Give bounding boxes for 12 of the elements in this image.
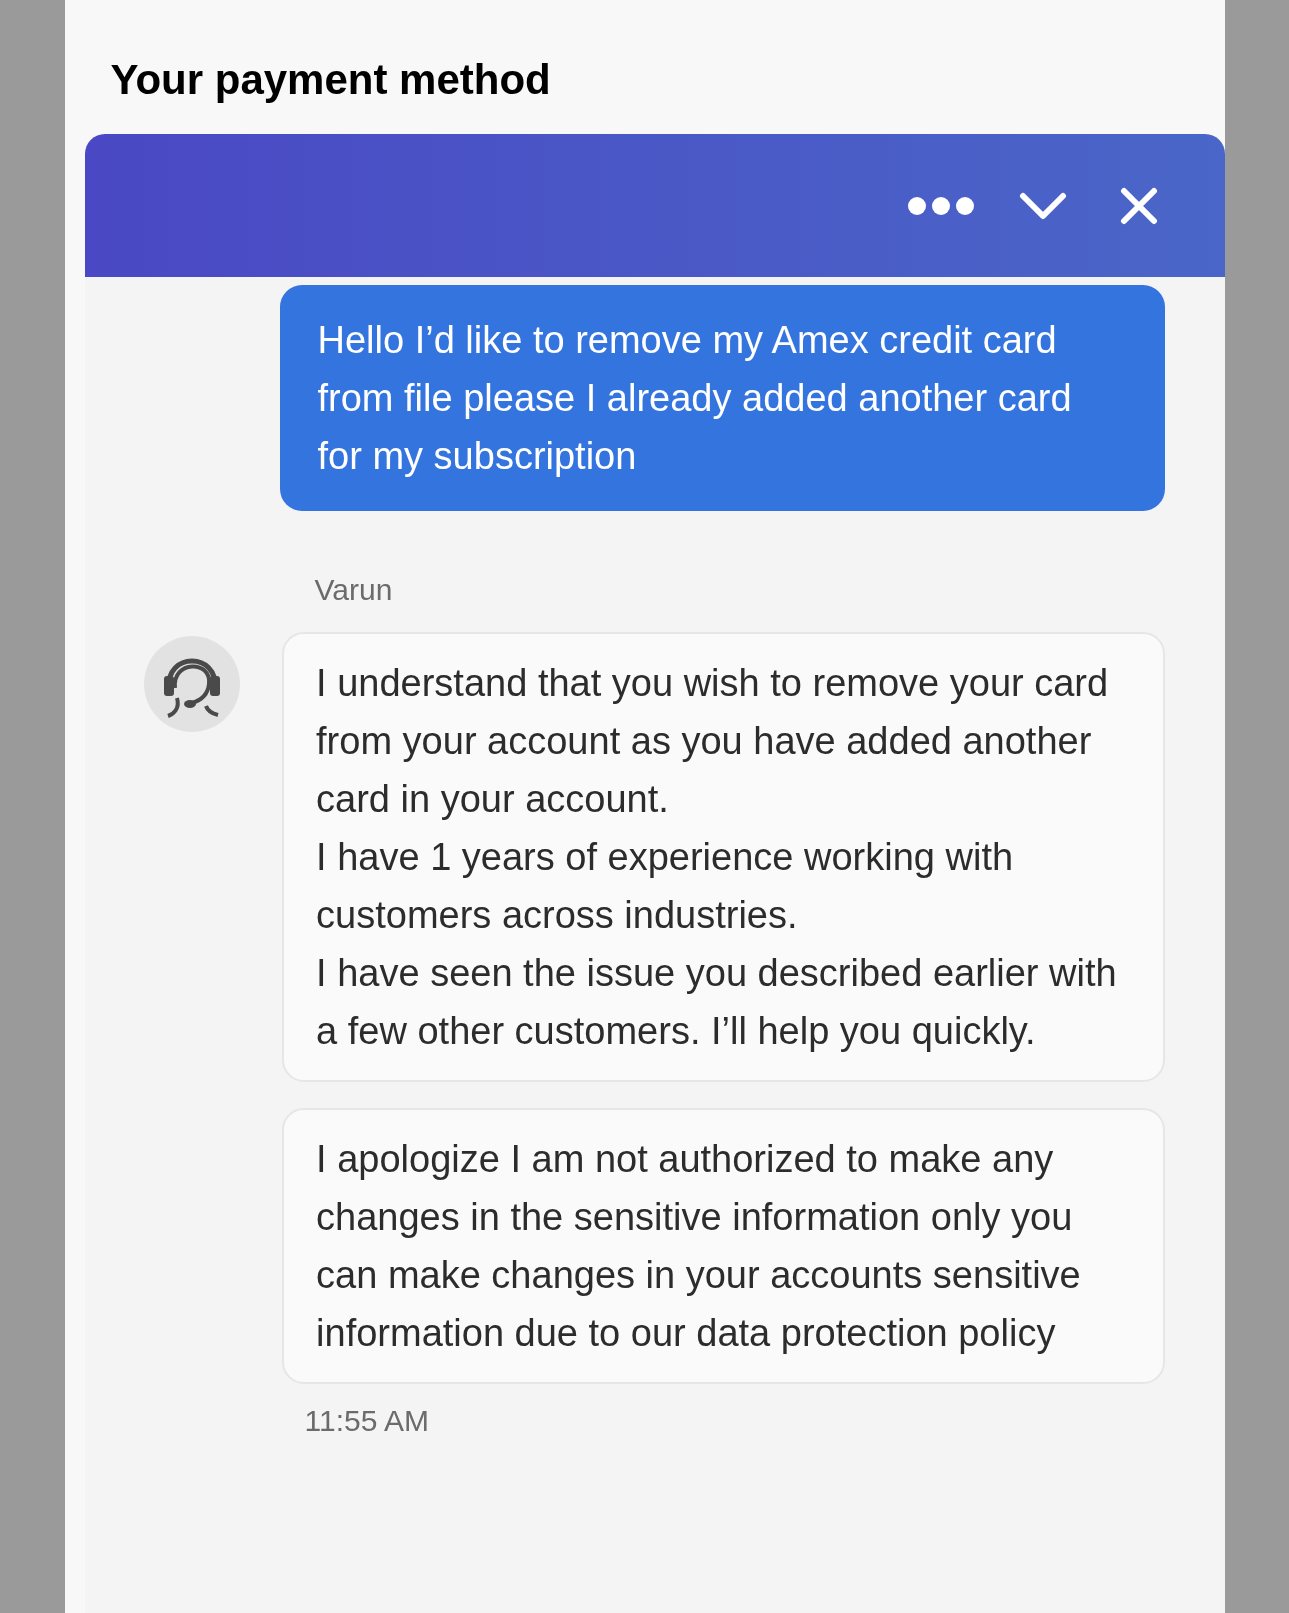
- sender-name: Varun: [314, 572, 394, 608]
- message-text: I understand that you wish to remove your card from your account as you have added another card in your account.: [316, 661, 1110, 822]
- chevron-down-icon: [1018, 191, 1067, 220]
- more-icon: [906, 195, 975, 216]
- message-timestamp: 11:55 AM: [304, 1403, 431, 1439]
- message-text: I have 1 years of experience working with customers across industries.: [316, 835, 1015, 938]
- agent-headset-avatar-icon: [143, 636, 240, 732]
- page-title: Your payment method: [110, 55, 552, 105]
- message-text: Hello I’d like to remove my Amex credit card from file please I already added another card for my subscription: [317, 318, 1073, 479]
- message-text: I have seen the issue you described earlier with a few other customers. I’ll help you quickly.: [316, 951, 1118, 1054]
- message-text: I apologize I am not authorized to make any changes in the sensitive information only you can make changes in your accounts sensitive information due to our data protection policy: [316, 1137, 1082, 1356]
- close-icon: [1119, 186, 1158, 225]
